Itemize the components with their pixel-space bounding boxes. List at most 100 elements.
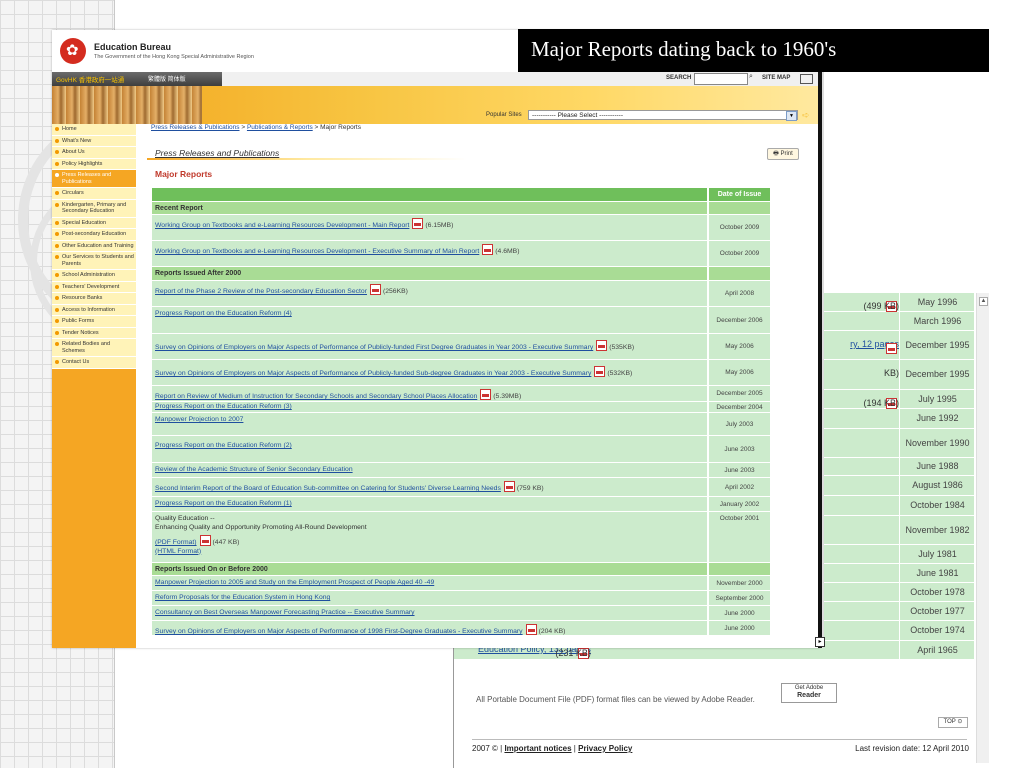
section-title: Press Releases and Publications [155, 148, 280, 158]
report-link[interactable]: Progress Report on the Education Reform … [155, 442, 292, 449]
table-row: Survey on Opinions of Employers on Major… [152, 334, 770, 359]
report-link[interactable]: Reform Proposals for the Education Syste… [155, 594, 330, 601]
top-button[interactable]: TOP ⊙ [938, 717, 968, 728]
table-row: Manpower Projection to 2007 July 2003 [152, 413, 770, 435]
table-row: Survey on Opinions of Employers on Major… [152, 360, 770, 385]
sidebar-item-tender-notices[interactable]: Tender Notices [52, 328, 136, 339]
breadcrumb-link[interactable]: Press Releases & Publications [151, 124, 240, 131]
pdf-icon [594, 366, 606, 377]
report-link[interactable]: Manpower Projection to 2007 [155, 416, 243, 423]
table-row: Working Group on Textbooks and e-Learnin… [152, 241, 770, 266]
report-link[interactable]: Progress Report on the Education Reform … [155, 500, 292, 507]
pdf-icon [596, 340, 608, 351]
report-link[interactable]: Second Interim Report of the Board of Ed… [155, 485, 501, 492]
popular-sites-select[interactable]: ----------- Please Select ----------- [528, 110, 798, 120]
sidebar-item-other-education[interactable]: Other Education and Training [52, 241, 136, 252]
scrollbar[interactable]: ▲ [976, 293, 989, 763]
mail-icon[interactable] [800, 74, 813, 84]
sidebar-item-services[interactable]: Our Services to Students and Parents [52, 252, 136, 270]
breadcrumb-link[interactable]: Publications & Reports [247, 124, 313, 131]
hksar-logo-icon[interactable] [60, 38, 86, 64]
report-link[interactable]: Working Group on Textbooks and e-Learnin… [155, 222, 409, 229]
pdf-icon [199, 535, 211, 546]
popular-sites-label: Popular Sites [486, 112, 522, 118]
table-row: Reform Proposals for the Education Syste… [152, 591, 770, 605]
pdf-icon [412, 218, 424, 229]
main-content: Press Releases & Publications > Publicat… [147, 124, 820, 648]
chevron-down-icon[interactable]: ▼ [786, 111, 797, 121]
sidebar-item-special-education[interactable]: Special Education [52, 218, 136, 229]
sidebar-item-policy-highlights[interactable]: Policy Highlights [52, 159, 136, 170]
breadcrumb-current: Major Reports [320, 124, 361, 131]
report-link[interactable]: Report on Review of Medium of Instructio… [155, 393, 477, 400]
report-link[interactable]: Progress Report on the Education Reform … [155, 403, 292, 410]
sidebar-item-about-us[interactable]: About Us [52, 147, 136, 159]
table-row: Report of the Phase 2 Review of the Post… [152, 281, 770, 306]
sidebar-item-kindergarten[interactable]: Kindergarten, Primary and Secondary Educ… [52, 200, 136, 218]
table-header: Date of Issue [152, 188, 770, 201]
sidebar-item-teachers[interactable]: Teachers' Development [52, 282, 136, 293]
html-format-link[interactable]: (HTML Format) [155, 548, 201, 555]
sidebar-item-related-bodies[interactable]: Related Bodies and Schemes [52, 339, 136, 357]
table-row: Quality Education -- Enhancing Quality a… [152, 512, 770, 562]
report-link[interactable]: Survey on Opinions of Employers on Major… [155, 344, 593, 351]
search-label: SEARCH [666, 75, 692, 81]
slide-title: Major Reports dating back to 1960's [531, 37, 837, 61]
sidebar-menu: Home What's New About Us Policy Highligh… [52, 124, 136, 369]
important-notices-link[interactable]: Important notices [504, 744, 571, 753]
adobe-note: All Portable Document File (PDF) format … [476, 695, 755, 704]
scroll-up-icon[interactable]: ▲ [979, 297, 988, 306]
language-links[interactable]: 繁體版 简体版 [148, 74, 186, 83]
table-row: Progress Report on the Education Reform … [152, 497, 770, 511]
search-input[interactable] [694, 73, 748, 85]
sitemap-link[interactable]: SITE MAP [762, 75, 790, 81]
sidebar-item-contact-us[interactable]: Contact Us [52, 357, 136, 369]
footer-divider [472, 739, 967, 740]
sidebar: Home What's New About Us Policy Highligh… [52, 124, 136, 648]
print-button[interactable]: 🖶 Print [767, 148, 799, 160]
report-link[interactable]: Progress Report on the Education Reform … [155, 310, 292, 317]
report-link[interactable]: Report of the Phase 2 Review of the Post… [155, 288, 367, 295]
table-row: Second Interim Report of the Board of Ed… [152, 478, 770, 496]
sidebar-item-access-info[interactable]: Access to Information [52, 305, 136, 316]
pdf-icon [480, 389, 492, 400]
section-underline [147, 158, 467, 160]
sidebar-item-resource-banks[interactable]: Resource Banks [52, 293, 136, 305]
sidebar-item-whats-new[interactable]: What's New [52, 136, 136, 147]
page-title: Major Reports [155, 169, 213, 179]
report-link[interactable]: Consultancy on Best Overseas Manpower Fo… [155, 609, 415, 616]
privacy-policy-link[interactable]: Privacy Policy [578, 744, 632, 753]
group-header: Reports Issued On or Before 2000 [152, 563, 770, 575]
go-arrow-icon[interactable]: ➪ [802, 110, 810, 121]
pdf-icon [369, 284, 381, 295]
table-row: Progress Report on the Education Reform … [152, 402, 770, 412]
bureau-subtitle: The Government of the Hong Kong Special … [94, 54, 254, 60]
report-link[interactable]: Review of the Academic Structure of Seni… [155, 466, 353, 473]
pdf-icon [482, 244, 494, 255]
pdf-icon [525, 624, 537, 635]
adobe-reader-badge[interactable]: Get Adobe Reader [781, 683, 837, 703]
sidebar-item-circulars[interactable]: Circulars [52, 188, 136, 200]
sidebar-item-public-forms[interactable]: Public Forms [52, 316, 136, 328]
table-row: Progress Report on the Education Reform … [152, 307, 770, 333]
top-nav: GovHK 香港政府一站通 繁體版 简体版 SEARCH ⌕ SITE MAP [52, 72, 820, 86]
report-link[interactable]: Working Group on Textbooks and e-Learnin… [155, 248, 479, 255]
report-link[interactable]: Survey on Opinions of Employers on Major… [155, 628, 523, 635]
pdf-format-link[interactable]: (PDF Format) [155, 539, 197, 546]
sidebar-item-home[interactable]: Home [52, 124, 136, 136]
scroll-marker-icon[interactable]: ▸ [815, 637, 825, 647]
sidebar-item-post-secondary[interactable]: Post-secondary Education [52, 229, 136, 241]
group-header: Recent Report [152, 202, 770, 214]
report-link[interactable]: Manpower Projection to 2005 and Study on… [155, 579, 434, 586]
table-row: Working Group on Textbooks and e-Learnin… [152, 215, 770, 240]
search-icon[interactable]: ⌕ [749, 73, 753, 81]
sidebar-item-school-admin[interactable]: School Administration [52, 270, 136, 282]
pdf-icon [503, 481, 515, 492]
table-row: Report on Review of Medium of Instructio… [152, 386, 770, 401]
govhk-link[interactable]: GovHK 香港政府一站通 [56, 74, 124, 84]
sidebar-item-press-releases[interactable]: Press Releases and Publications [52, 170, 136, 188]
table-row: Progress Report on the Education Reform … [152, 436, 770, 462]
table-row: Review of the Academic Structure of Seni… [152, 463, 770, 477]
slide-title-box: Major Reports dating back to 1960's [518, 29, 989, 72]
report-link[interactable]: Survey on Opinions of Employers on Major… [155, 370, 591, 377]
